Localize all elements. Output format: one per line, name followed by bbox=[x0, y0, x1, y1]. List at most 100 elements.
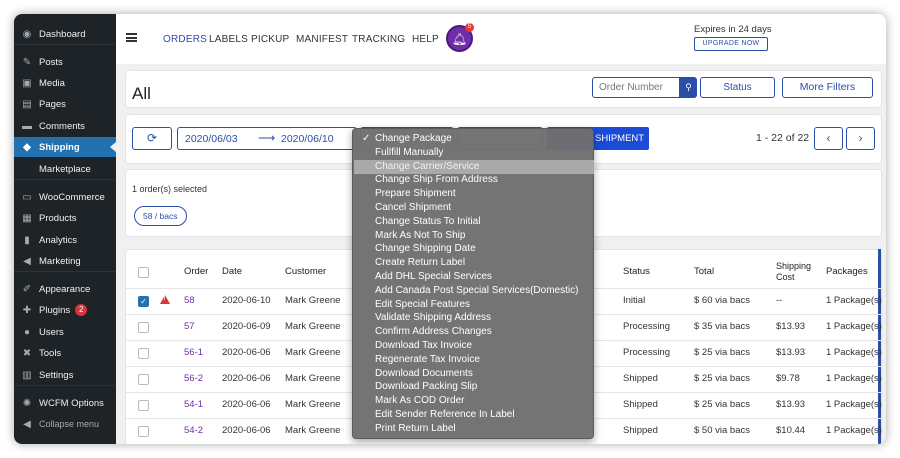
menu-item-label: Add Canada Post Special Services(Domesti… bbox=[375, 284, 579, 296]
sidebar-item-analytics[interactable]: ▮ Analytics bbox=[14, 230, 116, 250]
menu-item-create-return-label[interactable]: Create Return Label bbox=[354, 256, 594, 270]
chevron-left-icon[interactable]: ‹ bbox=[814, 127, 843, 150]
sidebar-item-plugins[interactable]: ✚ Plugins 2 bbox=[14, 300, 116, 320]
header-customer[interactable]: Customer bbox=[285, 266, 326, 277]
sidebar-item-marketplace[interactable]: Marketplace bbox=[14, 159, 116, 179]
date-range-picker[interactable]: 2020/06/03 ⟶ 2020/06/10 bbox=[177, 127, 357, 150]
sidebar-item-marketing[interactable]: ◀ Marketing bbox=[14, 251, 116, 271]
menu-item-add-dhl-special-services[interactable]: Add DHL Special Services bbox=[354, 270, 594, 284]
order-number-input[interactable]: Order Number bbox=[592, 77, 680, 98]
nav-labels[interactable]: LABELS bbox=[209, 34, 248, 45]
menu-item-print-return-label[interactable]: Print Return Label bbox=[354, 422, 594, 436]
menu-item-label: Prepare Shipment bbox=[375, 188, 456, 200]
sidebar-item-dashboard[interactable]: ◉ Dashboard bbox=[14, 24, 116, 44]
nav-pickup[interactable]: PICKUP bbox=[251, 34, 289, 45]
order-date: 2020-06-06 bbox=[222, 425, 271, 436]
refresh-icon[interactable]: ⟳ bbox=[132, 127, 172, 150]
row-checkbox[interactable] bbox=[138, 348, 149, 359]
nav-manifest[interactable]: MANIFEST bbox=[296, 34, 348, 45]
order-number[interactable]: 58 bbox=[184, 295, 195, 306]
menu-item-edit-special-features[interactable]: Edit Special Features bbox=[354, 298, 594, 312]
menu-item-label: Mark As Not To Ship bbox=[375, 229, 466, 241]
menu-item-download-documents[interactable]: Download Documents bbox=[354, 367, 594, 381]
menu-item-change-shipping-date[interactable]: Change Shipping Date bbox=[354, 242, 594, 256]
sidebar-item-label: Marketing bbox=[39, 255, 81, 267]
sidebar-item-media[interactable]: ▣ Media bbox=[14, 73, 116, 93]
header-status[interactable]: Status bbox=[623, 266, 650, 277]
menu-item-mark-as-not-to-ship[interactable]: Mark As Not To Ship bbox=[354, 229, 594, 243]
menu-item-prepare-shipment[interactable]: Prepare Shipment bbox=[354, 187, 594, 201]
menu-item-label: Mark As COD Order bbox=[375, 395, 465, 407]
menu-item-edit-sender-reference-in-label[interactable]: Edit Sender Reference In Label bbox=[354, 408, 594, 422]
header-shipping-cost-2[interactable]: Cost bbox=[776, 272, 795, 282]
order-status: Shipped bbox=[623, 373, 658, 384]
row-checkbox[interactable]: ✓ bbox=[138, 296, 149, 307]
shipping-cost: -- bbox=[776, 295, 783, 306]
admin-sidebar: ◉ Dashboard ✎ Posts ▣ Media ▤ Pages ▬ Comments ◆ Sh… bbox=[14, 14, 116, 444]
users-icon: ● bbox=[23, 326, 31, 338]
order-date: 2020-06-10 bbox=[222, 295, 271, 306]
sidebar-item-settings[interactable]: ▥ Settings bbox=[14, 365, 116, 385]
menu-item-label: Change Shipping Date bbox=[375, 243, 476, 255]
menu-icon[interactable] bbox=[126, 33, 137, 42]
row-checkbox[interactable] bbox=[138, 400, 149, 411]
menu-item-mark-as-cod-order[interactable]: Mark As COD Order bbox=[354, 394, 594, 408]
order-number[interactable]: 57 bbox=[184, 321, 195, 332]
order-number[interactable]: 54-2 bbox=[184, 425, 203, 436]
sidebar-item-shipping[interactable]: ◆ Shipping bbox=[14, 137, 116, 157]
sidebar-item-label: Posts bbox=[39, 56, 63, 68]
sidebar-item-pages[interactable]: ▤ Pages bbox=[14, 94, 116, 114]
upgrade-button[interactable]: UPGRADE NOW bbox=[694, 37, 768, 51]
nav-orders[interactable]: ORDERS bbox=[163, 34, 207, 45]
nav-help[interactable]: HELP bbox=[412, 34, 439, 45]
menu-item-download-packing-slip[interactable]: Download Packing Slip bbox=[354, 380, 594, 394]
sidebar-item-appearance[interactable]: ✐ Appearance bbox=[14, 279, 116, 299]
select-all-checkbox[interactable] bbox=[138, 267, 149, 278]
sidebar-item-comments[interactable]: ▬ Comments bbox=[14, 116, 116, 136]
order-number[interactable]: 54-1 bbox=[184, 399, 203, 410]
sidebar-item-label: Collapse menu bbox=[39, 419, 100, 429]
order-date: 2020-06-06 bbox=[222, 347, 271, 358]
menu-item-confirm-address-changes[interactable]: Confirm Address Changes bbox=[354, 325, 594, 339]
sidebar-divider bbox=[14, 385, 116, 386]
package-count: 1 Package(s) bbox=[826, 399, 882, 410]
menu-item-fullfill-manually[interactable]: Fullfill Manually bbox=[354, 146, 594, 160]
chevron-right-icon[interactable]: › bbox=[846, 127, 875, 150]
menu-item-cancel-shipment[interactable]: Cancel Shipment bbox=[354, 201, 594, 215]
order-number[interactable]: 56-2 bbox=[184, 373, 203, 384]
menu-item-download-tax-invoice[interactable]: Download Tax Invoice bbox=[354, 339, 594, 353]
more-filters-button[interactable]: More Filters bbox=[782, 77, 873, 98]
selection-chip[interactable]: 58 / bacs bbox=[134, 206, 187, 226]
header-total[interactable]: Total bbox=[694, 266, 714, 277]
nav-tracking[interactable]: TRACKING bbox=[352, 34, 405, 45]
sidebar-item-collapse-menu[interactable]: ◀ Collapse menu bbox=[14, 414, 116, 434]
status-button[interactable]: Status bbox=[700, 77, 775, 98]
menu-item-regenerate-tax-invoice[interactable]: Regenerate Tax Invoice bbox=[354, 353, 594, 367]
order-status: Shipped bbox=[623, 425, 658, 436]
menu-item-change-status-to-initial[interactable]: Change Status To Initial bbox=[354, 215, 594, 229]
order-total: $ 25 via bacs bbox=[694, 399, 750, 410]
search-icon[interactable]: ⚲ bbox=[680, 77, 697, 98]
sidebar-item-products[interactable]: ▦ Products bbox=[14, 208, 116, 228]
row-checkbox[interactable] bbox=[138, 426, 149, 437]
menu-item-validate-shipping-address[interactable]: Validate Shipping Address bbox=[354, 311, 594, 325]
menu-item-change-carrier-service[interactable]: Change Carrier/Service bbox=[354, 159, 594, 174]
shipping-cost: $13.93 bbox=[776, 321, 806, 332]
order-number[interactable]: 56-1 bbox=[184, 347, 203, 358]
header-packages[interactable]: Packages bbox=[826, 266, 868, 277]
customer-name: Mark Greene bbox=[285, 295, 341, 306]
menu-item-change-ship-from-address[interactable]: Change Ship From Address bbox=[354, 173, 594, 187]
sidebar-item-posts[interactable]: ✎ Posts bbox=[14, 52, 116, 72]
sidebar-item-woocommerce[interactable]: ▭ WooCommerce bbox=[14, 187, 116, 207]
row-checkbox[interactable] bbox=[138, 322, 149, 333]
sidebar-item-wcfm-options[interactable]: ✺ WCFM Options bbox=[14, 393, 116, 413]
row-checkbox[interactable] bbox=[138, 374, 149, 385]
header-order[interactable]: Order bbox=[184, 266, 208, 277]
header-date[interactable]: Date bbox=[222, 266, 242, 277]
menu-item-change-package[interactable]: ✓ Change Package bbox=[354, 132, 594, 146]
menu-item-add-canada-post-special-services-domestic[interactable]: Add Canada Post Special Services(Domesti… bbox=[354, 284, 594, 298]
header-shipping-cost[interactable]: Shipping bbox=[776, 261, 811, 271]
sidebar-item-label: Comments bbox=[39, 120, 85, 132]
sidebar-item-users[interactable]: ● Users bbox=[14, 322, 116, 342]
sidebar-item-tools[interactable]: ✖ Tools bbox=[14, 343, 116, 363]
